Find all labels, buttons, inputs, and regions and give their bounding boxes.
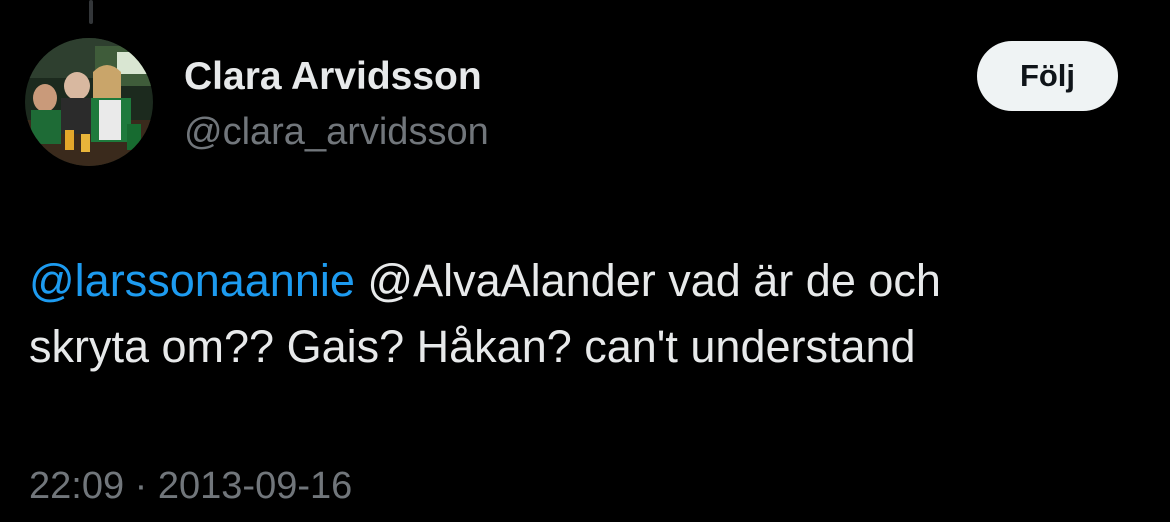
author-handle[interactable]: @clara_arvidsson <box>184 110 489 154</box>
tweet-text-line-1: @AlvaAlander vad är de och <box>354 255 941 306</box>
mention-link[interactable]: @larssonaannie <box>29 255 355 306</box>
tweet-timestamp: 22:09 · 2013-09-16 <box>29 463 352 509</box>
tweet-text-line-2: skryta om?? Gais? Håkan? can't understan… <box>29 321 916 372</box>
tweet-date[interactable]: 2013-09-16 <box>158 465 352 507</box>
timestamp-separator: · <box>134 465 148 507</box>
follow-button[interactable]: Följ <box>977 41 1118 111</box>
tweet-text: @larssonaannie @AlvaAlander vad är de oc… <box>29 248 1139 380</box>
tweet-time[interactable]: 22:09 <box>29 465 124 507</box>
avatar[interactable] <box>25 38 153 166</box>
tweet-detail: Clara Arvidsson @clara_arvidsson Följ @l… <box>0 0 1170 522</box>
profile-photo-icon <box>25 38 153 166</box>
thread-connector-line <box>89 0 93 24</box>
author-display-name[interactable]: Clara Arvidsson <box>184 54 482 100</box>
